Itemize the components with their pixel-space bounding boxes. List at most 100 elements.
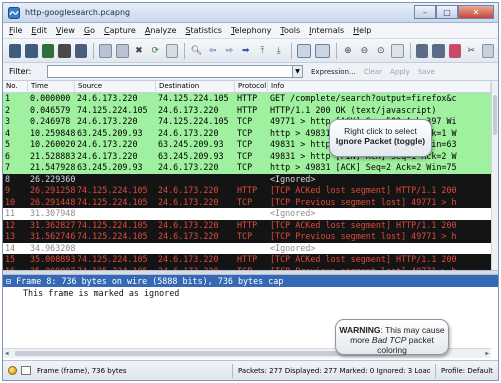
packet-row[interactable]: 13 31.562746 74.125.224.105 24.6.173.220 TCP… — [3, 231, 491, 243]
resize-columns-icon[interactable] — [391, 43, 404, 58]
column-no[interactable]: No. — [3, 81, 28, 92]
packet-row[interactable]: 8 26.229360 <Ignored> — [3, 173, 491, 185]
filter-input[interactable] — [47, 65, 293, 78]
scroll-left-icon[interactable]: ◀ — [5, 349, 9, 358]
ignored-notice-row[interactable]: This frame is marked as ignored — [3, 287, 498, 299]
goto-icon[interactable]: ➡ — [240, 44, 252, 58]
packet-source: 74.125.224.105 — [77, 254, 148, 264]
display-filters-icon[interactable] — [432, 43, 445, 58]
menu-view[interactable]: View — [56, 26, 75, 35]
packet-destination: 24.6.173.220 — [158, 254, 219, 264]
packet-time: 31.307948 — [30, 208, 75, 218]
scrollbar-thumb[interactable] — [493, 95, 497, 135]
packet-no: 9 — [5, 185, 11, 195]
warning-line1: WARNING: This may cause — [339, 325, 445, 335]
menu-edit[interactable]: Edit — [31, 26, 47, 35]
toolbar-separator — [290, 42, 292, 59]
column-destination[interactable]: Destination — [156, 81, 235, 92]
menu-go[interactable]: Go — [84, 26, 95, 35]
open-icon[interactable] — [99, 43, 112, 58]
packet-list-scrollbar[interactable] — [491, 81, 498, 270]
status-separator — [435, 363, 436, 378]
column-time[interactable]: Time — [28, 81, 75, 92]
window-title: http-googlesearch.pcapng — [25, 8, 131, 17]
column-info[interactable]: Info — [268, 81, 491, 92]
packet-no: 1 — [5, 93, 11, 103]
packet-row[interactable]: 1 0.000000 24.6.173.220 74.125.224.105 HTTP G… — [3, 93, 491, 105]
packet-time: 21.528883 — [30, 150, 75, 161]
preferences-icon[interactable]: ✂ — [465, 44, 477, 58]
maximize-button[interactable]: □ — [436, 5, 458, 19]
coloring-rules-icon[interactable] — [448, 43, 462, 58]
first-packet-icon[interactable]: ⤒ — [256, 44, 268, 58]
warning-line2: more Bad TCP packet coloring — [350, 335, 434, 355]
toolbar-separator — [335, 42, 337, 59]
menu-internals[interactable]: Internals — [309, 26, 344, 35]
packet-row[interactable]: 15 35.008893 74.125.224.105 24.6.173.220 HTT… — [3, 254, 491, 266]
packet-row[interactable]: 9 26.291258 74.125.224.105 24.6.173.220 HTTP… — [3, 185, 491, 197]
packet-destination: 24.6.173.220 — [158, 219, 219, 230]
packet-row[interactable]: 7 21.547928 63.245.209.93 24.6.173.220 TCP ht… — [3, 162, 491, 174]
status-bar: Frame (frame), 736 bytes Packets: 277 Di… — [3, 360, 498, 380]
reload-icon[interactable]: ⟳ — [149, 44, 161, 58]
column-source[interactable]: Source — [75, 81, 156, 92]
capture-filters-icon[interactable] — [415, 43, 429, 58]
start-capture-icon[interactable] — [41, 43, 55, 58]
colorize-icon[interactable] — [296, 43, 312, 58]
normal-size-icon[interactable]: ⊙ — [375, 44, 387, 58]
close-file-icon[interactable]: ✖ — [133, 44, 145, 58]
zoom-out-icon[interactable]: ⊖ — [358, 44, 370, 58]
save-filter-button[interactable]: Save — [418, 68, 435, 76]
window-controls: – □ ✕ — [414, 5, 494, 19]
packet-protocol: TCP — [237, 150, 253, 161]
forward-icon[interactable]: ⇨ — [223, 44, 235, 58]
packet-row[interactable]: 12 31.362827 74.125.224.105 24.6.173.220 HTT… — [3, 219, 491, 231]
apply-button[interactable]: Apply — [390, 68, 410, 76]
column-protocol[interactable]: Protocol — [235, 81, 268, 92]
clear-button[interactable]: Clear — [364, 68, 382, 76]
toolbar-separator — [184, 42, 186, 59]
options-icon[interactable] — [25, 43, 38, 58]
find-icon[interactable]: 🔍︎ — [190, 44, 202, 58]
restart-icon[interactable] — [74, 43, 88, 58]
packet-protocol: TCP — [237, 139, 253, 149]
capture-comment-icon[interactable] — [21, 366, 31, 375]
packet-row[interactable]: 10 26.291448 74.125.224.105 24.6.173.220 TCP… — [3, 196, 491, 208]
menu-file[interactable]: File — [9, 26, 22, 35]
menu-analyze[interactable]: Analyze — [145, 26, 177, 35]
stop-capture-icon[interactable] — [58, 43, 71, 58]
menu-help[interactable]: Help — [353, 26, 371, 35]
expert-info-icon[interactable] — [8, 366, 17, 375]
filter-dropdown-icon[interactable]: ▼ — [293, 65, 303, 78]
packet-row[interactable]: 11 31.307948 <Ignored> — [3, 208, 491, 220]
print-icon[interactable] — [165, 43, 179, 58]
save-icon[interactable] — [115, 43, 129, 58]
expression-button[interactable]: Expression... — [311, 68, 356, 76]
packet-no: 15 — [5, 254, 16, 264]
packet-protocol: TCP — [237, 162, 253, 172]
frame-summary-row[interactable]: ⊟ Frame 8: 736 bytes on wire (5888 bits)… — [3, 275, 498, 287]
menu-statistics[interactable]: Statistics — [185, 26, 222, 35]
status-profile[interactable]: Profile: Default — [441, 367, 493, 375]
title-bar[interactable]: http-googlesearch.pcapng – □ ✕ — [3, 3, 498, 23]
packet-row[interactable]: 2 0.046579 74.125.224.105 24.6.173.220 HTTP H… — [3, 104, 491, 116]
packet-row[interactable]: 14 34.963208 <Ignored> — [3, 242, 491, 255]
close-button[interactable]: ✕ — [458, 5, 494, 19]
packet-protocol: HTTP — [237, 254, 258, 264]
back-icon[interactable]: ⇦ — [207, 44, 219, 58]
packet-list[interactable]: No. Time Source Destination Protocol Inf… — [3, 81, 498, 270]
minimize-button[interactable]: – — [414, 5, 436, 19]
menu-telephony[interactable]: Telephony — [231, 26, 271, 35]
autoscroll-icon[interactable] — [315, 43, 330, 58]
packet-source — [75, 243, 156, 255]
packet-time: 0.000000 — [30, 93, 71, 103]
packet-time: 10.260020 — [30, 139, 75, 149]
menu-tools[interactable]: Tools — [280, 26, 300, 35]
menu-capture[interactable]: Capture — [104, 26, 136, 35]
last-packet-icon[interactable]: ⤓ — [272, 44, 284, 58]
help-icon[interactable] — [481, 43, 495, 58]
zoom-in-icon[interactable]: ⊕ — [342, 44, 354, 58]
scroll-right-icon[interactable]: ▶ — [485, 349, 489, 358]
interfaces-icon[interactable] — [9, 43, 22, 58]
packet-info: HTTP/1.1 200 OK (text/javascript) — [270, 104, 437, 115]
